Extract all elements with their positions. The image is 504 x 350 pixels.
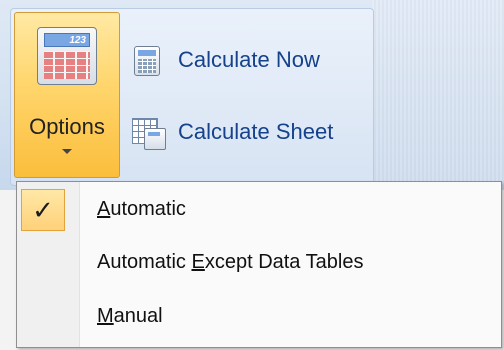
menu-item-manual[interactable]: Manual [17, 295, 501, 343]
menu-item-label: Automatic Except Data Tables [97, 251, 364, 273]
calculator-screen: 123 [44, 33, 90, 47]
calculate-sheet-label: Calculate Sheet [178, 119, 334, 144]
calculate-sheet-button[interactable]: Calculate Sheet [130, 116, 370, 150]
options-button[interactable]: 123 Options [14, 12, 120, 178]
calculator-icon [134, 46, 160, 76]
chevron-down-icon [62, 149, 72, 154]
calculator-keys [44, 51, 90, 79]
calculation-options-menu: ✓ Automatic Automatic Except Data Tables… [16, 181, 502, 348]
menu-item-label: Automatic [97, 198, 186, 220]
calculate-now-label: Calculate Now [178, 47, 320, 72]
calculate-sheet-icon [132, 118, 166, 150]
checkmark-highlight: ✓ [21, 189, 65, 231]
calculator-icon: 123 [37, 27, 97, 85]
ribbon-background-right [372, 0, 504, 190]
checkmark-icon: ✓ [32, 195, 54, 225]
calculate-now-button[interactable]: Calculate Now [130, 44, 360, 78]
options-label: Options [29, 114, 105, 139]
menu-item-label: Manual [97, 305, 163, 327]
menu-item-automatic[interactable]: ✓ Automatic [17, 188, 501, 236]
menu-item-automatic-except-data-tables[interactable]: Automatic Except Data Tables [17, 241, 501, 289]
